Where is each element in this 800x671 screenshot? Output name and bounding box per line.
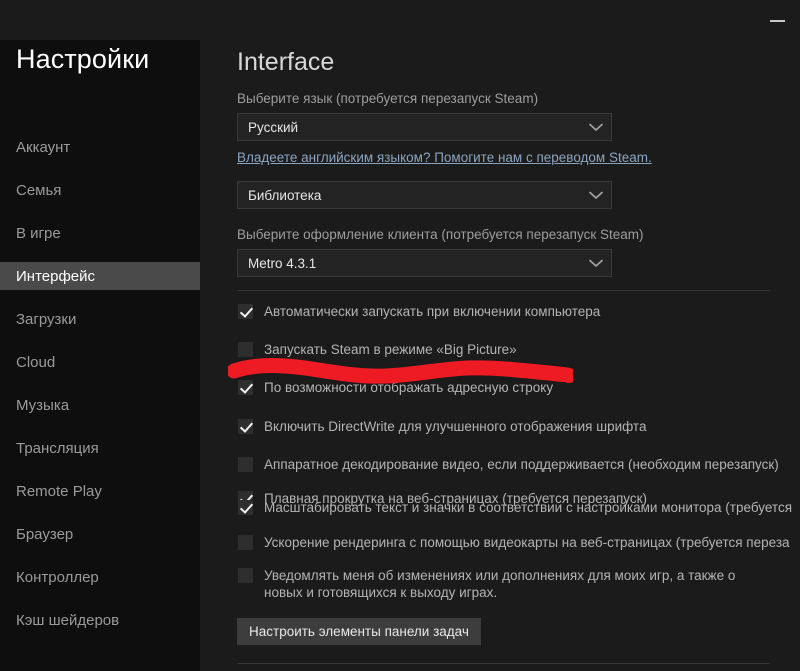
checkbox-label: Масштабировать текст и значки в соответс… bbox=[264, 500, 793, 515]
language-select-value: Русский bbox=[248, 119, 299, 135]
checkbox-row-hardware-decoding[interactable]: Аппаратное декодирование видео, если под… bbox=[238, 456, 779, 473]
sidebar-item-interface[interactable]: Интерфейс bbox=[0, 262, 200, 290]
chevron-down-icon bbox=[581, 114, 611, 140]
language-label: Выберите язык (потребуется перезапуск St… bbox=[237, 91, 539, 106]
sidebar-item-account[interactable]: Аккаунт bbox=[0, 133, 200, 161]
chevron-down-icon bbox=[581, 182, 611, 208]
checkbox-indicator[interactable] bbox=[238, 342, 253, 357]
bottom-divider bbox=[237, 663, 770, 664]
checkbox-row-autostart[interactable]: Автоматически запускать при включении ко… bbox=[238, 303, 600, 320]
sidebar-item-label: Загрузки bbox=[16, 310, 77, 328]
sidebar-item-label: Браузер bbox=[16, 525, 74, 543]
translation-help-link[interactable]: Владеете английским языком? Помогите нам… bbox=[237, 150, 652, 165]
sidebar-item-label: Интерфейс bbox=[16, 267, 96, 285]
sidebar-item-in-game[interactable]: В игре bbox=[0, 219, 200, 247]
sidebar-item-label: Семья bbox=[16, 181, 62, 199]
checkbox-indicator[interactable] bbox=[238, 457, 253, 472]
checkbox-row-address-bar[interactable]: По возможности отображать адресную строк… bbox=[238, 379, 553, 396]
sidebar: Настройки Аккаунт Семья В игре Интерфейс… bbox=[0, 0, 200, 671]
checkbox-label: Запускать Steam в режиме «Big Picture» bbox=[264, 342, 517, 357]
sidebar-item-label: Трансляция bbox=[16, 439, 99, 457]
checkbox-label: Включить DirectWrite для улучшенного ото… bbox=[264, 419, 647, 434]
startup-page-select[interactable]: Библиотека bbox=[237, 181, 612, 209]
checkbox-label: Автоматически запускать при включении ко… bbox=[264, 304, 601, 319]
minimize-button[interactable] bbox=[762, 10, 792, 32]
sidebar-item-family[interactable]: Семья bbox=[0, 176, 200, 204]
titlebar bbox=[0, 0, 800, 40]
checkbox-indicator[interactable] bbox=[238, 535, 253, 550]
checkbox-row-big-picture[interactable]: Запускать Steam в режиме «Big Picture» bbox=[238, 341, 517, 358]
sidebar-item-controller[interactable]: Контроллер bbox=[0, 563, 200, 591]
sidebar-item-cloud[interactable]: Cloud bbox=[0, 348, 200, 376]
language-select[interactable]: Русский bbox=[237, 113, 612, 141]
checkbox-label: Уведомлять меня об изменениях или дополн… bbox=[264, 568, 736, 600]
skin-select[interactable]: Metro 4.3.1 bbox=[237, 249, 612, 277]
sidebar-item-label: Cloud bbox=[16, 353, 56, 371]
sidebar-item-label: Контроллер bbox=[16, 568, 99, 586]
settings-title: Настройки bbox=[16, 44, 150, 74]
checkbox-indicator[interactable] bbox=[238, 568, 253, 583]
settings-main-panel: Interface Выберите язык (потребуется пер… bbox=[200, 0, 800, 671]
checkbox-indicator[interactable] bbox=[238, 380, 253, 395]
checkbox-row-directwrite[interactable]: Включить DirectWrite для улучшенного ото… bbox=[238, 418, 646, 435]
sidebar-item-label: Кэш шейдеров bbox=[16, 611, 120, 629]
sidebar-item-label: Remote Play bbox=[16, 482, 102, 500]
skin-select-value: Metro 4.3.1 bbox=[248, 255, 317, 271]
steam-settings-window: Настройки Аккаунт Семья В игре Интерфейс… bbox=[0, 0, 800, 671]
sidebar-item-label: Аккаунт bbox=[16, 138, 71, 156]
checkbox-indicator[interactable] bbox=[238, 304, 253, 319]
configure-taskbar-button[interactable]: Настроить элементы панели задач bbox=[237, 618, 481, 645]
sidebar-item-remote-play[interactable]: Remote Play bbox=[0, 477, 200, 505]
checkbox-row-gpu-rendering[interactable]: Ускорение рендеринга с помощью видеокарт… bbox=[238, 534, 790, 551]
sidebar-item-label: В игре bbox=[16, 224, 61, 242]
checkbox-label: Аппаратное декодирование видео, если под… bbox=[264, 457, 779, 472]
sidebar-nav: Аккаунт Семья В игре Интерфейс Загрузки … bbox=[0, 133, 200, 649]
sidebar-item-downloads[interactable]: Загрузки bbox=[0, 305, 200, 333]
skin-label: Выберите оформление клиента (потребуется… bbox=[237, 227, 644, 242]
section-divider bbox=[237, 290, 770, 291]
sidebar-item-label: Музыка bbox=[16, 396, 70, 414]
sidebar-item-shader-cache[interactable]: Кэш шейдеров bbox=[0, 606, 200, 634]
page-title: Interface bbox=[237, 48, 335, 76]
minimize-icon bbox=[769, 20, 785, 22]
checkbox-indicator[interactable] bbox=[238, 500, 253, 515]
startup-page-select-value: Библиотека bbox=[248, 187, 322, 203]
checkbox-indicator[interactable] bbox=[238, 419, 253, 434]
checkbox-row-game-notifications[interactable]: Уведомлять меня об изменениях или дополн… bbox=[238, 567, 764, 601]
checkbox-label: По возможности отображать адресную строк… bbox=[264, 380, 554, 395]
checkbox-row-dpi-scaling[interactable]: Масштабировать текст и значки в соответс… bbox=[238, 499, 792, 516]
chevron-down-icon bbox=[581, 250, 611, 276]
sidebar-item-browser[interactable]: Браузер bbox=[0, 520, 200, 548]
sidebar-item-music[interactable]: Музыка bbox=[0, 391, 200, 419]
checkbox-label: Ускорение рендеринга с помощью видеокарт… bbox=[264, 535, 790, 550]
sidebar-item-broadcast[interactable]: Трансляция bbox=[0, 434, 200, 462]
